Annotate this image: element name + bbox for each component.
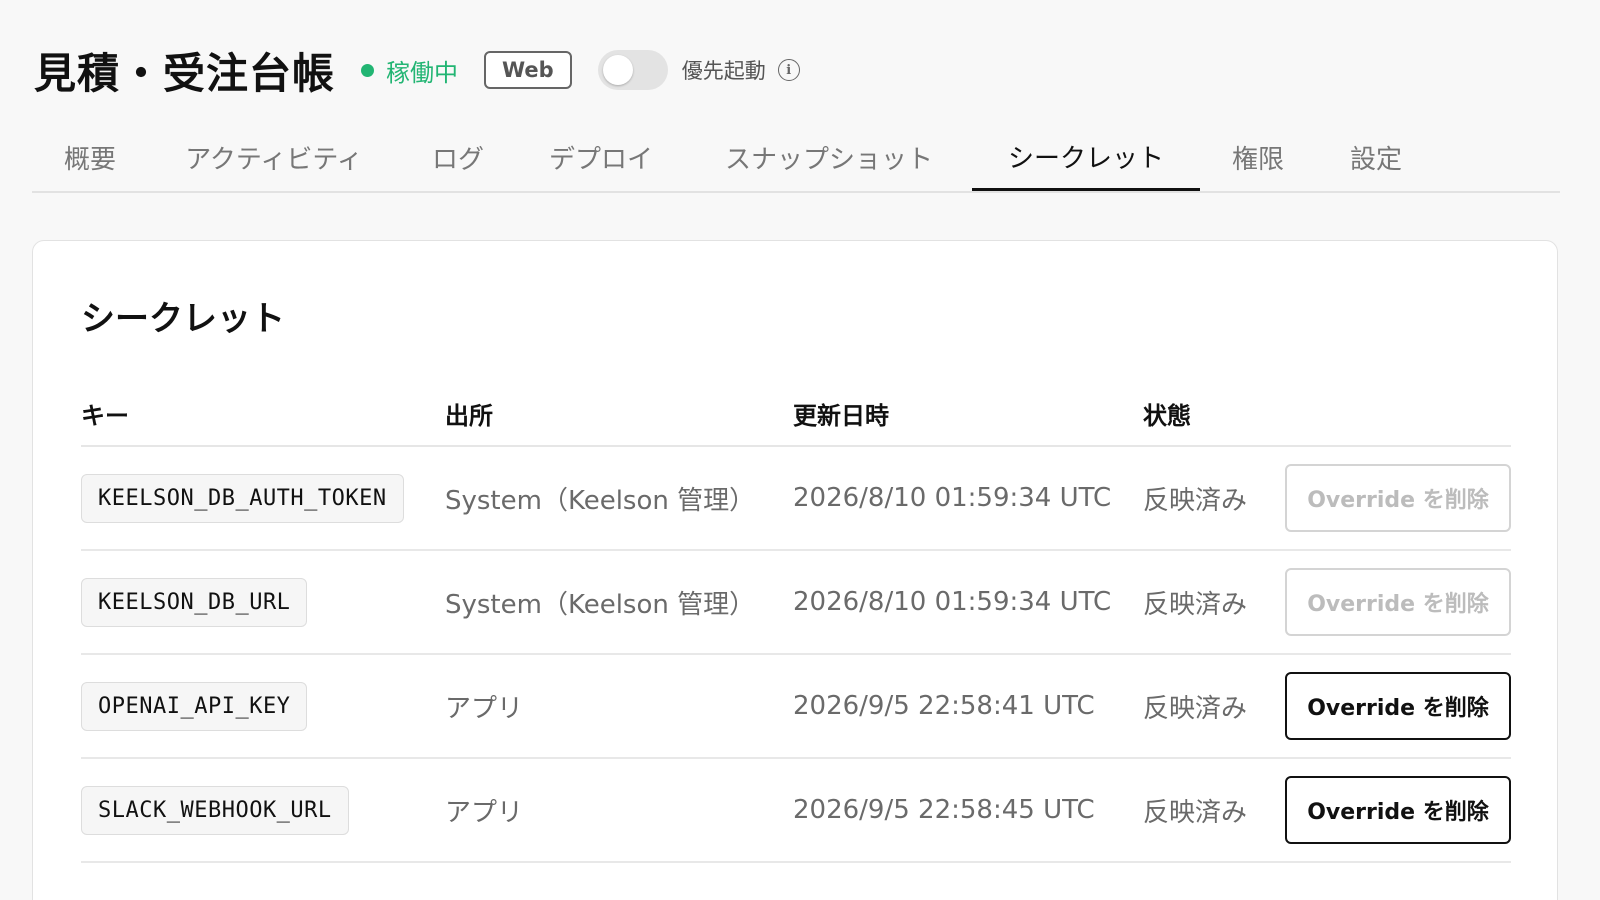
key-cell: KEELSON_DB_URL <box>81 577 445 627</box>
delete-override-button[interactable]: Override を削除 <box>1285 464 1511 532</box>
tab-label: 設定 <box>1349 144 1402 175</box>
state-cell: 反映済み <box>1143 485 1248 516</box>
priority-toggle[interactable] <box>597 50 668 90</box>
action-cell: Override を削除 <box>1283 776 1511 844</box>
table-row: KEELSON_DB_AUTH_TOKEN System（Keelson 管理）… <box>81 447 1511 551</box>
web-badge: Web <box>484 51 572 89</box>
delete-override-button[interactable]: Override を削除 <box>1285 672 1511 740</box>
source-cell: アプリ <box>445 693 524 724</box>
status-text: 稼働中 <box>386 58 459 87</box>
tab-overview[interactable]: 概要 <box>32 125 148 189</box>
state-cell: 反映済み <box>1143 693 1248 724</box>
table-row: KEELSON_DB_URL System（Keelson 管理） 2026/8… <box>81 551 1511 655</box>
tab-snapshots[interactable]: スナップショット <box>686 125 972 189</box>
key-cell: SLACK_WEBHOOK_URL <box>81 785 445 835</box>
tab-label: シークレット <box>1007 144 1164 174</box>
toggle-knob <box>602 55 633 85</box>
key-cell: OPENAI_API_KEY <box>81 681 445 731</box>
tab-label: デプロイ <box>548 144 653 175</box>
updated-cell: 2026/9/5 22:58:41 UTC <box>793 691 1095 721</box>
column-header-updated: 更新日時 <box>793 401 889 430</box>
column-header-source: 出所 <box>445 401 493 430</box>
priority-label: 優先起動 <box>681 59 766 83</box>
tab-label: 概要 <box>63 144 116 175</box>
source-cell: アプリ <box>445 797 524 828</box>
key-cell: KEELSON_DB_AUTH_TOKEN <box>81 473 445 523</box>
app-title: 見積・受注台帳 <box>34 48 336 98</box>
tab-label: スナップショット <box>724 144 933 175</box>
status-dot-icon <box>361 63 375 77</box>
state-cell: 反映済み <box>1143 797 1248 828</box>
page: 見積・受注台帳 稼働中 Web 優先起動 i 概要 アクティビティ ログ デプロ… <box>0 0 1600 900</box>
table-header: キー 出所 更新日時 状態 <box>81 381 1511 447</box>
source-cell: System（Keelson 管理） <box>445 589 756 620</box>
info-icon[interactable]: i <box>777 59 800 81</box>
tab-label: ログ <box>431 144 484 175</box>
table-row: OPENAI_API_KEY アプリ 2026/9/5 22:58:41 UTC… <box>81 655 1511 759</box>
tab-label: 権限 <box>1231 144 1284 175</box>
updated-cell: 2026/9/5 22:58:45 UTC <box>793 795 1095 825</box>
secret-key: KEELSON_DB_AUTH_TOKEN <box>81 473 404 523</box>
source-cell: System（Keelson 管理） <box>445 485 756 516</box>
tab-bar: 概要 アクティビティ ログ デプロイ スナップショット シークレット 権限 設定 <box>32 125 1560 193</box>
secret-key: KEELSON_DB_URL <box>81 577 308 627</box>
tab-logs[interactable]: ログ <box>400 125 516 189</box>
card-title: シークレット <box>81 299 285 339</box>
tab-activity[interactable]: アクティビティ <box>148 125 400 189</box>
action-cell: Override を削除 <box>1283 672 1511 740</box>
column-header-state: 状態 <box>1143 401 1191 430</box>
tab-settings[interactable]: 設定 <box>1316 125 1436 189</box>
status-indicator: 稼働中 <box>361 53 458 88</box>
updated-cell: 2026/8/10 01:59:34 UTC <box>793 483 1112 513</box>
action-cell: Override を削除 <box>1283 464 1511 532</box>
delete-override-button[interactable]: Override を削除 <box>1285 568 1511 636</box>
secret-key: OPENAI_API_KEY <box>81 681 308 731</box>
tab-permissions[interactable]: 権限 <box>1200 125 1316 189</box>
secret-key: SLACK_WEBHOOK_URL <box>81 785 349 835</box>
secrets-card: シークレット キー 出所 更新日時 状態 KEELSON_DB_AUTH_TOK… <box>32 240 1558 900</box>
column-header-key: キー <box>81 401 129 430</box>
delete-override-button[interactable]: Override を削除 <box>1285 776 1511 844</box>
tab-deploy[interactable]: デプロイ <box>516 125 686 189</box>
tab-label: アクティビティ <box>185 144 363 175</box>
secrets-table: キー 出所 更新日時 状態 KEELSON_DB_AUTH_TOKEN Syst… <box>81 381 1511 863</box>
table-row: SLACK_WEBHOOK_URL アプリ 2026/9/5 22:58:45 … <box>81 759 1511 863</box>
app-header: 見積・受注台帳 稼働中 Web 優先起動 i <box>34 40 800 100</box>
state-cell: 反映済み <box>1143 589 1248 620</box>
action-cell: Override を削除 <box>1283 568 1511 636</box>
tab-secrets[interactable]: シークレット <box>972 125 1200 191</box>
updated-cell: 2026/8/10 01:59:34 UTC <box>793 587 1112 617</box>
